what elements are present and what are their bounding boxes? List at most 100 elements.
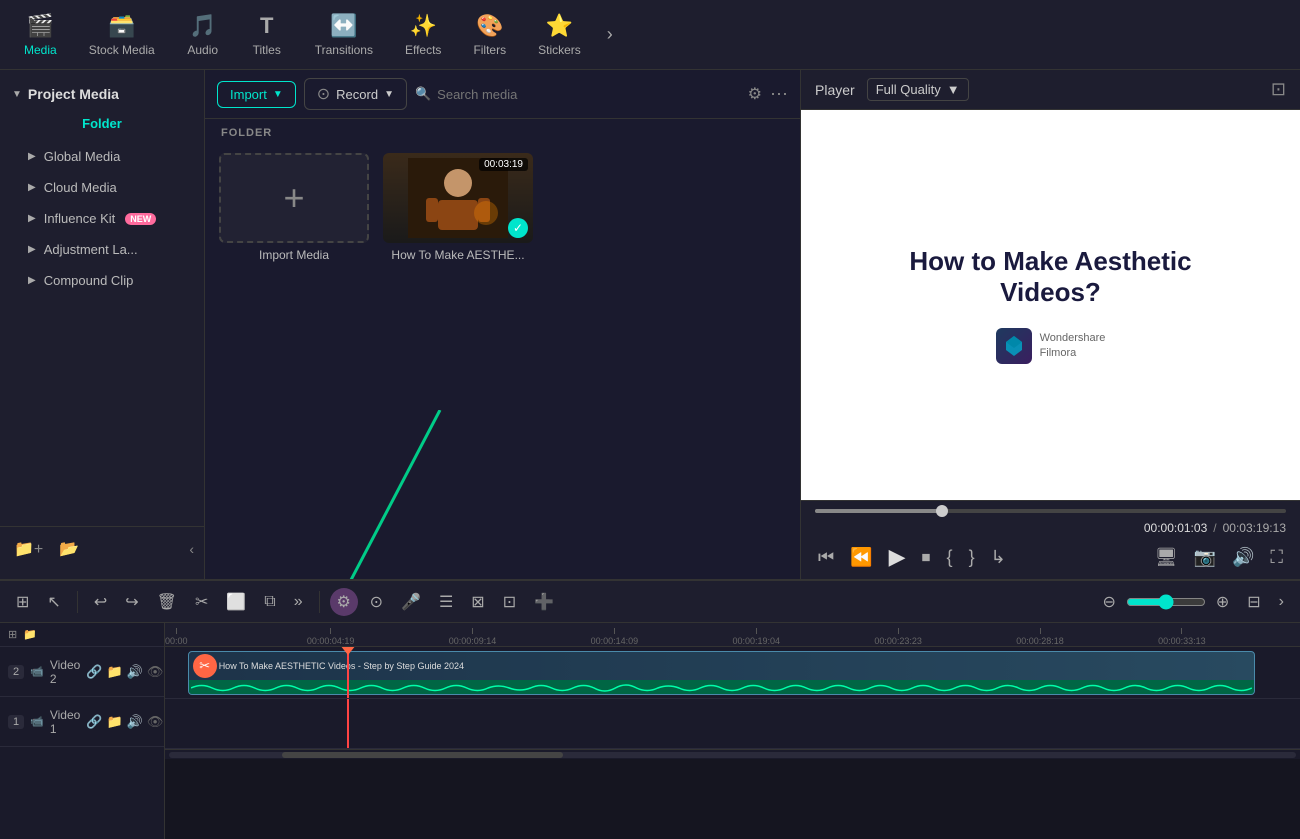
- out-point-button[interactable]: }: [966, 544, 978, 571]
- logo-text-line2: Filmora: [1040, 346, 1106, 361]
- search-input[interactable]: [437, 87, 739, 102]
- toolbar-stock-media-label: Stock Media: [89, 43, 155, 57]
- color-grade-btn[interactable]: ⊙: [364, 588, 389, 616]
- progress-dot: [936, 505, 948, 517]
- group-btn[interactable]: ⊠: [465, 588, 490, 616]
- tl-sep-2: [319, 591, 320, 613]
- timeline-toolbar: ⊞ ↖ ↩ ↪ 🗑 ✂ ⬜ ⧉ » ⚙ ⊙ 🎤 ☰ ⊠ ⊡ ➕ ⊖ ⊕ ⊟ ›: [0, 581, 1300, 623]
- more-options-icon[interactable]: ⋯: [770, 84, 788, 105]
- track-eye-icon[interactable]: 👁: [147, 664, 164, 680]
- toolbar-audio-label: Audio: [187, 43, 218, 57]
- record-dot-icon: ⊙: [317, 84, 330, 104]
- record-voiceover-btn[interactable]: ⚙: [330, 588, 358, 616]
- trim-btn[interactable]: ⬜: [220, 588, 252, 616]
- toolbar-effects-label: Effects: [405, 43, 441, 57]
- record-button[interactable]: ⊙ Record ▼: [304, 78, 407, 110]
- play-button[interactable]: ▶: [886, 541, 909, 573]
- sidebar-item-influence-kit[interactable]: ▶ Influence Kit NEW: [0, 203, 204, 234]
- new-folder-icon[interactable]: 📁+: [10, 535, 47, 563]
- track-num-2: 2: [8, 665, 24, 679]
- toolbar-titles[interactable]: T Titles: [237, 7, 297, 63]
- track-icons-video1: 🔗 📁 🔊 👁: [86, 714, 163, 730]
- undo-btn[interactable]: ↩: [88, 588, 113, 616]
- toolbar-audio[interactable]: 🎵 Audio: [173, 7, 233, 63]
- track-volume-icon-1[interactable]: 🔊: [127, 714, 143, 730]
- fullscreen-button[interactable]: ⛶: [1267, 544, 1286, 571]
- import-dropdown-arrow: ▼: [273, 89, 283, 100]
- sidebar-item-global-media[interactable]: ▶ Global Media: [0, 141, 204, 172]
- toolbar-filters[interactable]: 🎨 Filters: [459, 7, 520, 63]
- zoom-in-btn[interactable]: ⊕: [1210, 588, 1235, 616]
- player-header: Player Full Quality ▼ ⊡: [801, 70, 1300, 110]
- track-volume-icon[interactable]: 🔊: [127, 664, 143, 680]
- track-link-icon[interactable]: 🔗: [86, 664, 102, 680]
- track-link-icon-1[interactable]: 🔗: [86, 714, 102, 730]
- cut-btn[interactable]: ✂: [189, 588, 214, 616]
- step-back-button[interactable]: ⏪: [847, 544, 875, 571]
- timeline-ruler: 00:0000:00:04:1900:00:09:1400:00:14:0900…: [165, 623, 1300, 647]
- sidebar-item-adjustment-layer[interactable]: ▶ Adjustment La...: [0, 234, 204, 265]
- playhead-cont: [347, 699, 349, 748]
- toolbar-media[interactable]: 🎬 Media: [10, 7, 71, 63]
- open-folder-icon[interactable]: 📂: [55, 535, 83, 563]
- filter-icon[interactable]: ⚙: [748, 84, 762, 104]
- new-folder-tl-icon[interactable]: 📁: [23, 628, 37, 641]
- video-clip-2[interactable]: ✂ How To Make AESTHETIC Videos - Step by…: [188, 651, 1255, 695]
- influence-kit-label: Influence Kit: [44, 211, 116, 226]
- player-screen-icon[interactable]: ⊡: [1271, 79, 1286, 100]
- add-track-icon[interactable]: ⊞: [8, 628, 17, 641]
- grid-view-btn[interactable]: ⊟: [1241, 588, 1266, 616]
- toolbar-media-label: Media: [24, 43, 57, 57]
- in-point-button[interactable]: {: [944, 544, 956, 571]
- track-eye-icon-1[interactable]: 👁: [147, 714, 164, 730]
- toolbar-more-btn[interactable]: ›: [599, 24, 621, 45]
- more-tl-btn[interactable]: ›: [1273, 589, 1290, 615]
- select-tool-btn[interactable]: ↖: [41, 588, 66, 616]
- crop-btn[interactable]: ⧉: [258, 589, 281, 615]
- progress-bar[interactable]: [815, 509, 1286, 513]
- player-title: How to Make Aesthetic Videos?: [861, 246, 1241, 308]
- sidebar-collapse-btn[interactable]: ‹: [189, 541, 194, 557]
- volume-button[interactable]: 🔊: [1229, 544, 1257, 571]
- record-dropdown-arrow: ▼: [384, 89, 394, 100]
- adjustment-layer-label: Adjustment La...: [44, 242, 138, 257]
- player-panel: Player Full Quality ▼ ⊡ How to Make Aest…: [800, 70, 1300, 579]
- logo-text-line1: Wondershare: [1040, 331, 1106, 346]
- import-button[interactable]: Import ▼: [217, 81, 296, 108]
- add-track-btn[interactable]: ⊞: [10, 588, 35, 616]
- ruler-tick-0: 00:00: [165, 628, 188, 646]
- toolbar-transitions[interactable]: ↔️ Transitions: [301, 7, 387, 63]
- import-media-card[interactable]: + Import Media: [219, 153, 369, 262]
- video-duration-badge: 00:03:19: [479, 158, 528, 171]
- track-folder-icon-1[interactable]: 📁: [107, 714, 123, 730]
- zoom-slider[interactable]: [1126, 594, 1206, 610]
- sidebar-item-compound-clip[interactable]: ▶ Compound Clip: [0, 265, 204, 296]
- snapshot-button[interactable]: 📷: [1191, 544, 1219, 571]
- rewind-button[interactable]: ⏮: [815, 544, 837, 571]
- toolbar-stock-media[interactable]: 🗃️ Stock Media: [75, 7, 169, 63]
- speed-btn[interactable]: »: [288, 589, 309, 615]
- add-to-timeline-btn[interactable]: ↳: [988, 544, 1009, 571]
- clip-title: How To Make AESTHETIC Videos - Step by S…: [219, 661, 464, 671]
- influence-kit-badge: NEW: [125, 213, 156, 225]
- project-media-header[interactable]: ▼ Project Media: [0, 78, 204, 110]
- stop-button[interactable]: ⏹: [919, 544, 934, 571]
- redo-btn[interactable]: ↪: [119, 588, 144, 616]
- layer-btn[interactable]: ⊡: [497, 588, 522, 616]
- player-controls: 00:00:01:03 / 00:03:19:13 ⏮ ⏪ ▶ ⏹ { } ↳ …: [801, 500, 1300, 579]
- subtitle-btn[interactable]: ☰: [433, 588, 459, 616]
- audio-btn[interactable]: 🎤: [395, 588, 427, 616]
- zoom-out-btn[interactable]: ⊖: [1096, 588, 1121, 616]
- delete-btn[interactable]: 🗑: [151, 588, 183, 616]
- clip-waveform: [189, 680, 1254, 695]
- add-media-btn[interactable]: ➕: [528, 588, 560, 616]
- sidebar-item-cloud-media[interactable]: ▶ Cloud Media: [0, 172, 204, 203]
- toolbar-effects[interactable]: ✨ Effects: [391, 7, 455, 63]
- toolbar-stickers[interactable]: ⭐ Stickers: [524, 7, 595, 63]
- quality-select[interactable]: Full Quality ▼: [867, 78, 969, 101]
- bottom-scrollbar[interactable]: [165, 749, 1300, 759]
- monitor-button[interactable]: 🖥: [1152, 544, 1181, 571]
- adjustment-layer-chevron: ▶: [28, 244, 36, 255]
- track-folder-icon[interactable]: 📁: [107, 664, 123, 680]
- video-media-card[interactable]: 00:03:19 ✓ How To Make AESTHE...: [383, 153, 533, 262]
